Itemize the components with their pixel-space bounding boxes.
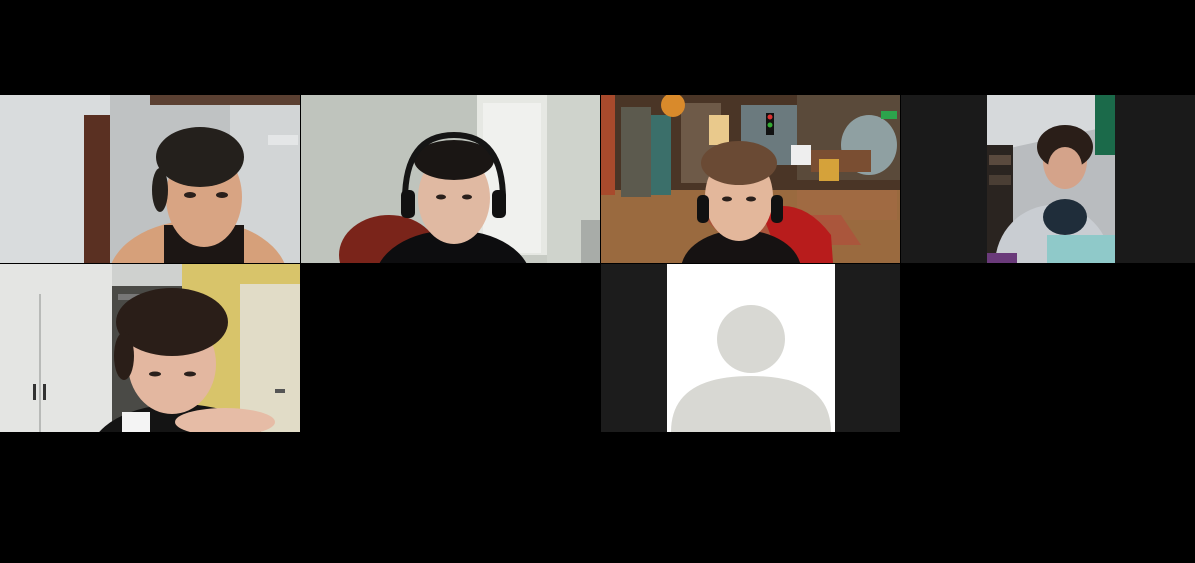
participant-tile-4[interactable] [901, 95, 1195, 263]
participant-video-feed [601, 95, 900, 263]
participant-video-feed [901, 95, 1195, 263]
video-gallery [0, 0, 1195, 563]
participant-tile-5[interactable] [0, 264, 300, 432]
avatar-placeholder [667, 264, 835, 432]
participant-tile-3[interactable] [601, 95, 900, 263]
participant-video-feed [0, 264, 300, 432]
participant-tile-1[interactable] [0, 95, 300, 263]
default-avatar-icon [667, 264, 835, 432]
participant-video-feed [0, 95, 300, 263]
participant-video-feed [301, 95, 600, 263]
participant-tile-2[interactable] [301, 95, 600, 263]
participant-tile-6[interactable] [601, 264, 900, 432]
